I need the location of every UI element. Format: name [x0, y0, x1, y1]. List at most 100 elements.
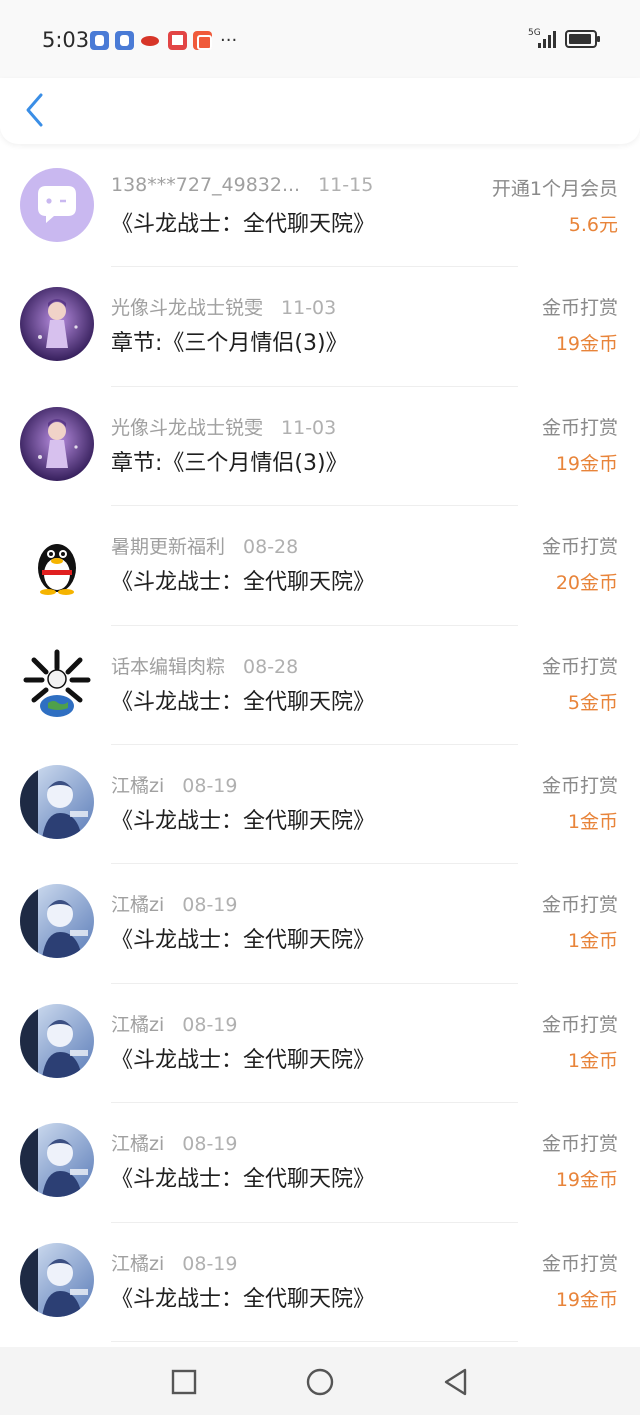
anime-boy-blue-avatar [20, 1003, 94, 1078]
avatar[interactable] [20, 287, 94, 362]
record-type: 金币打赏 [541, 416, 618, 439]
home-button[interactable] [305, 1367, 335, 1397]
record-meta: 江橘zi 08-19 [111, 1010, 237, 1037]
record-date: 08-19 [182, 774, 238, 797]
record-row[interactable]: 138***727_49832... 11-15 《斗龙战士：全代聊天院》 开通1个月… [0, 148, 640, 268]
record-amount: 1金币 [567, 1049, 618, 1072]
kuaishou-icon [193, 31, 212, 50]
record-list: 138***727_49832... 11-15 《斗龙战士：全代聊天院》 开通1个月… [0, 148, 640, 1342]
notification-icons: ··· [90, 30, 237, 51]
record-meta: 江橘zi 08-19 [111, 890, 237, 917]
avatar[interactable] [20, 526, 94, 601]
chevron-left-icon [26, 93, 43, 127]
work-title[interactable]: 《斗龙战士：全代聊天院》 [111, 1161, 375, 1193]
system-nav-bar [0, 1347, 640, 1415]
record-date: 08-19 [182, 1133, 238, 1156]
reader-app-icon [168, 31, 187, 50]
record-type: 金币打赏 [541, 536, 618, 559]
weibo-icon [140, 31, 162, 50]
top-header [0, 78, 640, 144]
record-type: 金币打赏 [541, 1252, 618, 1275]
work-title[interactable]: 《斗龙战士：全代聊天院》 [111, 684, 375, 716]
qq-penguin-avatar [20, 526, 94, 601]
earth-bones-avatar [20, 645, 94, 720]
record-row[interactable]: 光像斗龙战士锐雯 11-03 章节:《三个月情侣(3)》 金币打赏 19金币 [0, 387, 640, 507]
record-type: 金币打赏 [541, 655, 618, 678]
work-title[interactable]: 章节:《三个月情侣(3)》 [111, 325, 348, 357]
work-title[interactable]: 《斗龙战士：全代聊天院》 [111, 1281, 375, 1313]
record-amount: 19金币 [555, 452, 618, 475]
record-row[interactable]: 江橘zi 08-19 《斗龙战士：全代聊天院》 金币打赏 1金币 [0, 864, 640, 984]
record-amount: 5.6元 [568, 214, 618, 236]
work-title[interactable]: 《斗龙战士：全代聊天院》 [111, 206, 375, 238]
record-amount: 1金币 [567, 930, 618, 953]
sender-name: 138***727_49832... [111, 174, 301, 196]
record-date: 08-28 [243, 536, 299, 559]
back-triangle-icon [444, 1368, 467, 1396]
sender-name: 暑期更新福利 [111, 536, 226, 559]
recents-button[interactable] [169, 1367, 199, 1397]
record-row[interactable]: 江橘zi 08-19 《斗龙战士：全代聊天院》 金币打赏 1金币 [0, 745, 640, 865]
recents-square-icon [171, 1369, 197, 1395]
record-row[interactable]: 江橘zi 08-19 《斗龙战士：全代聊天院》 金币打赏 19金币 [0, 1223, 640, 1342]
back-button[interactable] [24, 92, 48, 128]
record-date: 08-28 [243, 655, 299, 678]
status-bar: 5:03 ··· 5G [0, 0, 640, 80]
avatar[interactable] [20, 406, 94, 481]
record-type: 金币打赏 [541, 297, 618, 320]
record-meta: 138***727_49832... 11-15 [111, 174, 373, 196]
signal-icon: 5G [528, 28, 558, 50]
work-title[interactable]: 《斗龙战士：全代聊天院》 [111, 1042, 375, 1074]
record-meta: 暑期更新福利 08-28 [111, 532, 298, 559]
anime-boy-blue-avatar [20, 1242, 94, 1317]
record-meta: 光像斗龙战士锐雯 11-03 [111, 293, 336, 320]
work-title[interactable]: 《斗龙战士：全代聊天院》 [111, 922, 375, 954]
avatar[interactable] [20, 1123, 94, 1198]
record-type: 金币打赏 [541, 1013, 618, 1036]
avatar[interactable] [20, 1003, 94, 1078]
anime-boy-blue-avatar [20, 884, 94, 959]
record-amount: 19金币 [555, 1288, 618, 1311]
record-meta: 话本编辑肉粽 08-28 [111, 652, 298, 679]
anime-boy-blue-avatar [20, 764, 94, 839]
avatar[interactable] [20, 168, 94, 242]
sender-name: 江橘zi [111, 1252, 165, 1275]
anime-girl-purple-avatar [20, 287, 94, 362]
chat-bubble-avatar [20, 168, 94, 242]
avatar[interactable] [20, 764, 94, 839]
record-date: 11-03 [281, 297, 337, 320]
work-title[interactable]: 章节:《三个月情侣(3)》 [111, 445, 348, 477]
record-amount: 19金币 [555, 333, 618, 356]
record-date: 08-19 [182, 1252, 238, 1275]
record-date: 11-03 [281, 416, 337, 439]
record-row[interactable]: 江橘zi 08-19 《斗龙战士：全代聊天院》 金币打赏 1金币 [0, 984, 640, 1104]
record-row[interactable]: 暑期更新福利 08-28 《斗龙战士：全代聊天院》 金币打赏 20金币 [0, 506, 640, 626]
record-meta: 江橘zi 08-19 [111, 1249, 237, 1276]
avatar[interactable] [20, 884, 94, 959]
home-circle-icon [306, 1368, 334, 1396]
record-row[interactable]: 光像斗龙战士锐雯 11-03 章节:《三个月情侣(3)》 金币打赏 19金币 [0, 267, 640, 387]
sender-name: 江橘zi [111, 894, 165, 917]
anime-girl-purple-avatar [20, 406, 94, 481]
row-divider [111, 1340, 518, 1342]
record-meta: 光像斗龙战士锐雯 11-03 [111, 413, 336, 440]
record-meta: 江橘zi 08-19 [111, 1129, 237, 1156]
network-label: 5G [528, 28, 541, 38]
avatar[interactable] [20, 1242, 94, 1317]
sender-name: 话本编辑肉粽 [111, 655, 226, 678]
avatar[interactable] [20, 645, 94, 720]
record-amount: 5金币 [567, 691, 618, 714]
anime-boy-blue-avatar [20, 1123, 94, 1198]
record-amount: 19金币 [555, 1169, 618, 1192]
record-amount: 1金币 [567, 810, 618, 833]
record-row[interactable]: 江橘zi 08-19 《斗龙战士：全代聊天院》 金币打赏 19金币 [0, 1103, 640, 1223]
record-date: 08-19 [182, 894, 238, 917]
qq-browser-icon [115, 31, 134, 50]
record-row[interactable]: 话本编辑肉粽 08-28 《斗龙战士：全代聊天院》 金币打赏 5金币 [0, 626, 640, 745]
record-type: 开通1个月会员 [491, 178, 618, 200]
work-title[interactable]: 《斗龙战士：全代聊天院》 [111, 803, 375, 835]
work-title[interactable]: 《斗龙战士：全代聊天院》 [111, 564, 375, 596]
sender-name: 江橘zi [111, 1013, 165, 1036]
sender-name: 光像斗龙战士锐雯 [111, 297, 264, 320]
nav-back-button[interactable] [441, 1367, 471, 1397]
